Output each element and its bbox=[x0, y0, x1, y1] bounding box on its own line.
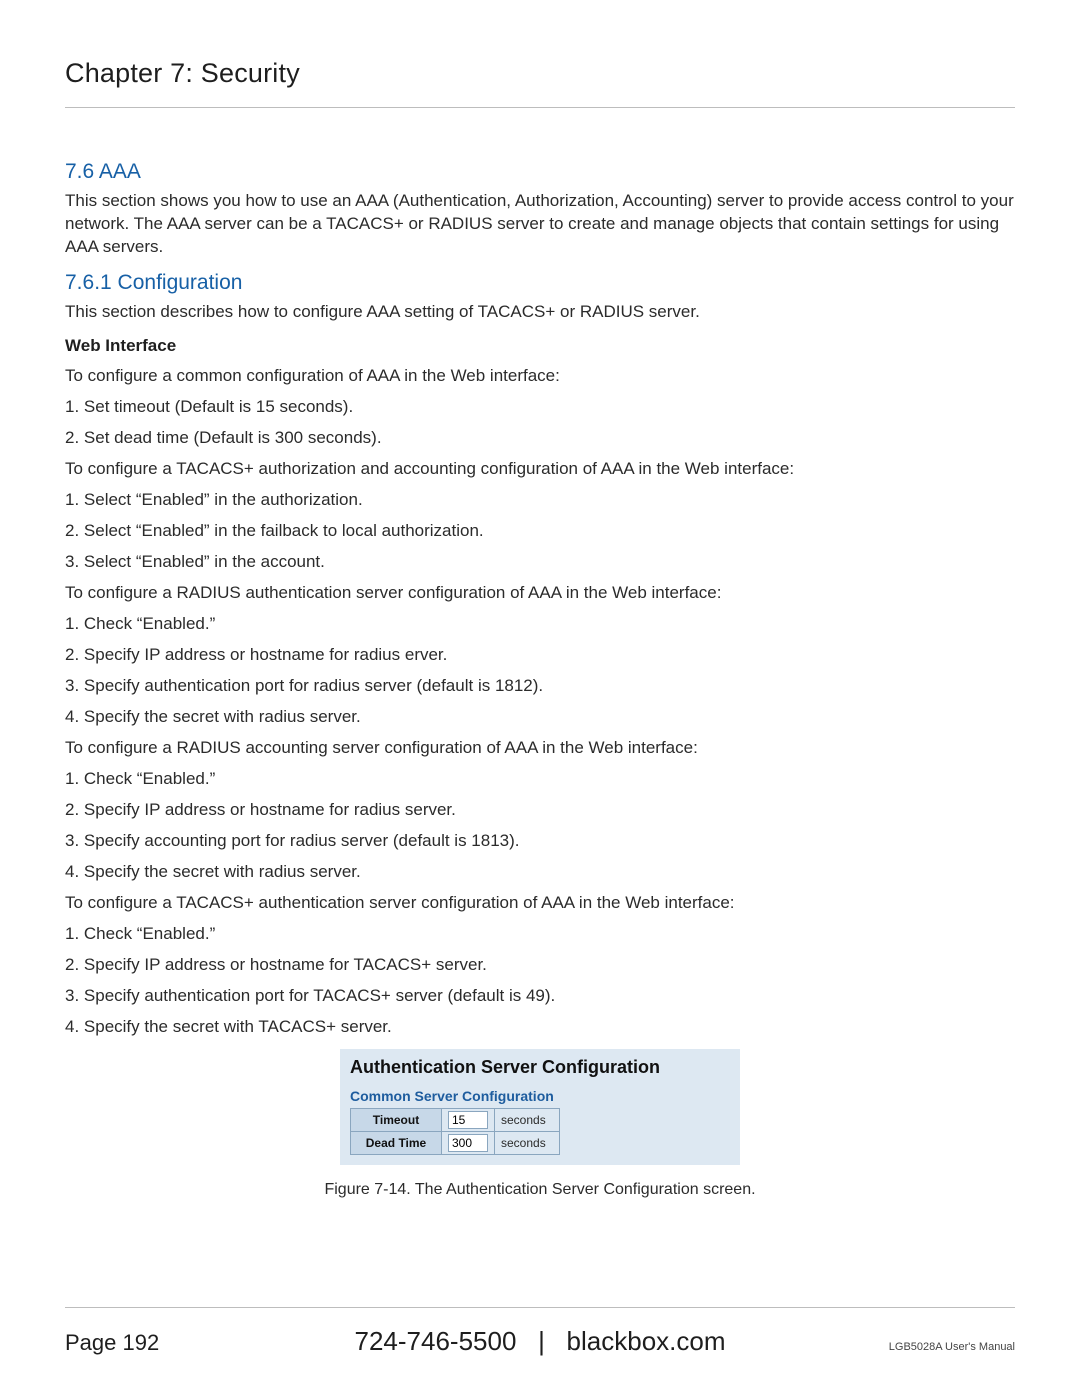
footer-phone: 724-746-5500 bbox=[355, 1326, 517, 1356]
instruction-text: To configure a RADIUS accounting server … bbox=[65, 738, 1015, 758]
table-row: Timeout seconds bbox=[351, 1108, 560, 1131]
row-label: Dead Time bbox=[351, 1131, 442, 1154]
step-text: 2. Specify IP address or hostname for TA… bbox=[65, 955, 1015, 975]
step-text: 1. Set timeout (Default is 15 seconds). bbox=[65, 397, 1015, 417]
step-text: 4. Specify the secret with TACACS+ serve… bbox=[65, 1017, 1015, 1037]
subheading-web-interface: Web Interface bbox=[65, 336, 1015, 356]
footer-site: blackbox.com bbox=[567, 1326, 726, 1356]
footer-divider bbox=[65, 1307, 1015, 1308]
config-table: Timeout seconds Dead Time seconds bbox=[350, 1108, 560, 1155]
step-text: 3. Specify accounting port for radius se… bbox=[65, 831, 1015, 851]
row-label: Timeout bbox=[351, 1108, 442, 1131]
deadtime-input[interactable] bbox=[448, 1134, 488, 1152]
page-content: 7.6 AAA This section shows you how to us… bbox=[65, 108, 1015, 1199]
chapter-title: Chapter 7: Security bbox=[65, 58, 1015, 89]
instruction-text: To configure a TACACS+ authorization and… bbox=[65, 459, 1015, 479]
page-number: Page 192 bbox=[65, 1330, 245, 1356]
step-text: 3. Specify authentication port for radiu… bbox=[65, 676, 1015, 696]
figure-caption: Figure 7-14. The Authentication Server C… bbox=[65, 1181, 1015, 1199]
row-unit: seconds bbox=[495, 1131, 560, 1154]
instruction-text: To configure a TACACS+ authentication se… bbox=[65, 893, 1015, 913]
step-text: 3. Select “Enabled” in the account. bbox=[65, 552, 1015, 572]
figure-title: Authentication Server Configuration bbox=[350, 1057, 730, 1078]
step-text: 3. Specify authentication port for TACAC… bbox=[65, 986, 1015, 1006]
step-text: 1. Check “Enabled.” bbox=[65, 924, 1015, 944]
step-text: 2. Specify IP address or hostname for ra… bbox=[65, 800, 1015, 820]
footer-separator: | bbox=[538, 1326, 545, 1356]
step-text: 1. Check “Enabled.” bbox=[65, 769, 1015, 789]
section-intro-config: This section describes how to configure … bbox=[65, 301, 1015, 324]
timeout-input[interactable] bbox=[448, 1111, 488, 1129]
step-text: 1. Select “Enabled” in the authorization… bbox=[65, 490, 1015, 510]
footer-contact: 724-746-5500 | blackbox.com bbox=[245, 1326, 835, 1357]
section-intro-aaa: This section shows you how to use an AAA… bbox=[65, 190, 1015, 259]
step-text: 2. Set dead time (Default is 300 seconds… bbox=[65, 428, 1015, 448]
page-footer: Page 192 724-746-5500 | blackbox.com LGB… bbox=[65, 1307, 1015, 1357]
instruction-text: To configure a RADIUS authentication ser… bbox=[65, 583, 1015, 603]
step-text: 2. Select “Enabled” in the failback to l… bbox=[65, 521, 1015, 541]
row-unit: seconds bbox=[495, 1108, 560, 1131]
step-text: 2. Specify IP address or hostname for ra… bbox=[65, 645, 1015, 665]
manual-id: LGB5028A User's Manual bbox=[835, 1341, 1015, 1353]
figure-subtitle: Common Server Configuration bbox=[350, 1088, 730, 1104]
step-text: 1. Check “Enabled.” bbox=[65, 614, 1015, 634]
table-row: Dead Time seconds bbox=[351, 1131, 560, 1154]
instruction-text: To configure a common configuration of A… bbox=[65, 366, 1015, 386]
section-heading-aaa: 7.6 AAA bbox=[65, 160, 1015, 184]
step-text: 4. Specify the secret with radius server… bbox=[65, 707, 1015, 727]
section-heading-config: 7.6.1 Configuration bbox=[65, 271, 1015, 295]
figure-box: Authentication Server Configuration Comm… bbox=[340, 1049, 740, 1165]
step-text: 4. Specify the secret with radius server… bbox=[65, 862, 1015, 882]
